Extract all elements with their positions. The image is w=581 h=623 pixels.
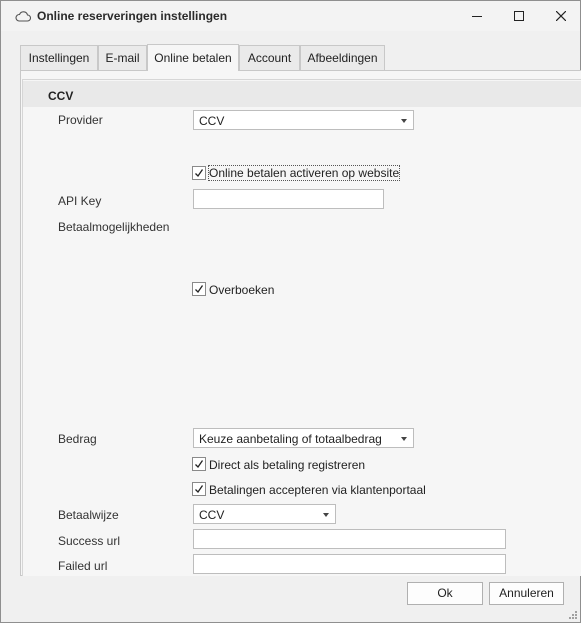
tab-online-betalen[interactable]: Online betalen <box>147 44 239 71</box>
maximize-button[interactable] <box>501 1 537 31</box>
tab-email[interactable]: E-mail <box>98 45 147 70</box>
checkmark-icon <box>195 460 204 469</box>
chevron-down-icon <box>323 513 329 517</box>
bedrag-label: Bedrag <box>58 432 97 446</box>
tab-instellingen[interactable]: Instellingen <box>20 45 98 70</box>
chevron-down-icon <box>401 437 407 441</box>
checkmark-icon <box>195 485 204 494</box>
betaalmogelijkheden-label: Betaalmogelijkheden <box>58 220 170 234</box>
provider-label: Provider <box>58 113 103 127</box>
maximize-icon <box>514 11 524 21</box>
title-bar[interactable]: Online reserveringen instellingen <box>1 1 580 31</box>
checkmark-icon <box>195 285 204 294</box>
minimize-button[interactable] <box>459 1 495 31</box>
betaalwijze-dropdown[interactable]: CCV <box>193 504 336 524</box>
checkmark-icon <box>195 169 204 178</box>
bedrag-value: Keuze aanbetaling of totaalbedrag <box>199 432 382 446</box>
api-key-input[interactable] <box>193 189 384 209</box>
betaalwijze-label: Betaalwijze <box>58 508 119 522</box>
betaalwijze-value: CCV <box>199 508 225 522</box>
failed-url-input[interactable] <box>193 554 506 574</box>
success-url-input[interactable] <box>193 529 506 549</box>
klantenportaal-label[interactable]: Betalingen accepteren via klantenportaal <box>209 483 426 497</box>
close-button[interactable] <box>543 1 579 31</box>
success-url-label: Success url <box>58 534 121 548</box>
api-key-label: API Key <box>58 194 102 208</box>
close-icon <box>556 11 566 21</box>
online-activate-label[interactable]: Online betalen activeren op website <box>207 165 401 181</box>
provider-dropdown[interactable]: CCV <box>193 110 414 130</box>
overboeken-checkbox[interactable] <box>192 282 206 296</box>
provider-value: CCV <box>199 114 225 128</box>
tab-account[interactable]: Account <box>239 45 300 70</box>
chevron-down-icon <box>401 119 407 123</box>
resize-grip-icon[interactable] <box>568 610 578 620</box>
cloud-icon <box>15 11 31 22</box>
group-title: CCV <box>48 89 74 103</box>
failed-url-label: Failed url <box>58 559 108 573</box>
minimize-icon <box>472 16 482 17</box>
tab-afbeeldingen[interactable]: Afbeeldingen <box>300 45 385 70</box>
cancel-button[interactable]: Annuleren <box>489 582 564 605</box>
online-activate-checkbox[interactable] <box>192 166 206 180</box>
group-header <box>23 81 581 107</box>
ok-button[interactable]: Ok <box>407 582 483 605</box>
direct-registreren-checkbox[interactable] <box>192 457 206 471</box>
bedrag-dropdown[interactable]: Keuze aanbetaling of totaalbedrag <box>193 428 414 448</box>
overboeken-label[interactable]: Overboeken <box>209 283 274 297</box>
klantenportaal-checkbox[interactable] <box>192 482 206 496</box>
direct-registreren-label[interactable]: Direct als betaling registreren <box>209 458 365 472</box>
scroll-area[interactable] <box>22 79 581 576</box>
dialog-window: Online reserveringen instellingen Instel… <box>0 0 581 623</box>
window-title: Online reserveringen instellingen <box>37 9 228 23</box>
